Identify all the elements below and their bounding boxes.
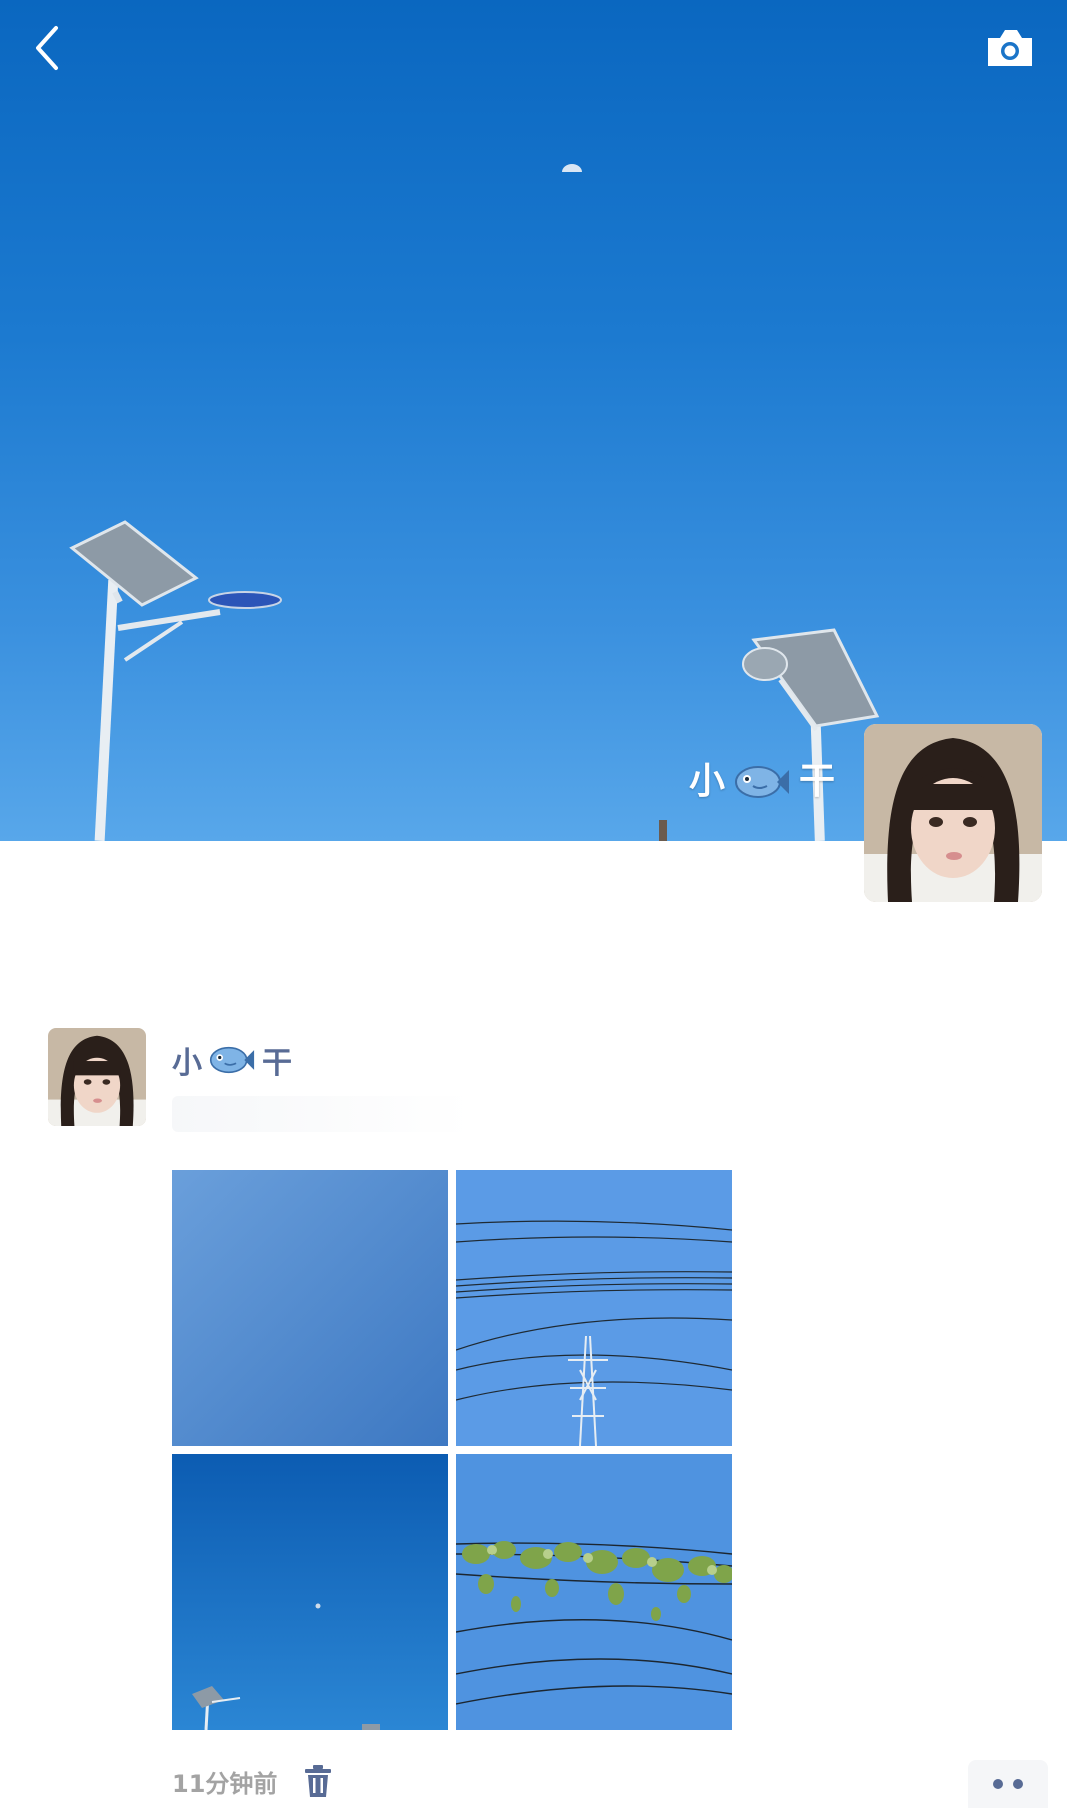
back-button[interactable] [26, 22, 72, 74]
post-timestamp: 11分钟前 [172, 1769, 278, 1798]
post-author-prefix: 小 [172, 1046, 202, 1081]
post-photo-grid [172, 1170, 734, 1730]
cover-sky-scene [69, 164, 880, 841]
photo-deep-blue-sky [172, 1454, 448, 1730]
cover-nickname-prefix: 小 [688, 761, 725, 802]
trash-icon [305, 1765, 332, 1797]
delete-button[interactable] [303, 1763, 333, 1799]
post-photo-2[interactable] [456, 1170, 732, 1446]
fish-emoji-icon [209, 1046, 255, 1074]
cover-image[interactable]: 小 干 [0, 0, 1067, 841]
chevron-left-icon [36, 26, 58, 70]
more-dot-icon [993, 1779, 1003, 1789]
photo-vines-on-wires [456, 1454, 732, 1730]
camera-icon [988, 30, 1032, 66]
avatar-image [864, 724, 1042, 902]
post-text-placeholder [172, 1096, 472, 1132]
cover-nickname[interactable]: 小 干 [689, 752, 835, 812]
post-footer: 11分钟前 [172, 1760, 1067, 1808]
post-author-avatar[interactable] [48, 1028, 146, 1126]
cover-nickname-suffix: 干 [798, 761, 835, 802]
post-author-suffix: 干 [262, 1046, 292, 1081]
photo-power-lines [456, 1170, 732, 1446]
more-dot-icon [1013, 1779, 1023, 1789]
more-actions-button[interactable] [968, 1760, 1048, 1808]
post-photo-1[interactable] [172, 1170, 448, 1446]
post-photo-4[interactable] [456, 1454, 732, 1730]
avatar-image [48, 1028, 146, 1126]
fish-emoji-icon [734, 766, 789, 798]
cover-avatar[interactable] [864, 724, 1042, 902]
camera-button[interactable] [984, 26, 1036, 70]
post-photo-3[interactable] [172, 1454, 448, 1730]
photo-sky-gradient [172, 1170, 448, 1446]
post-author-name[interactable]: 小 干 [172, 1034, 292, 1086]
